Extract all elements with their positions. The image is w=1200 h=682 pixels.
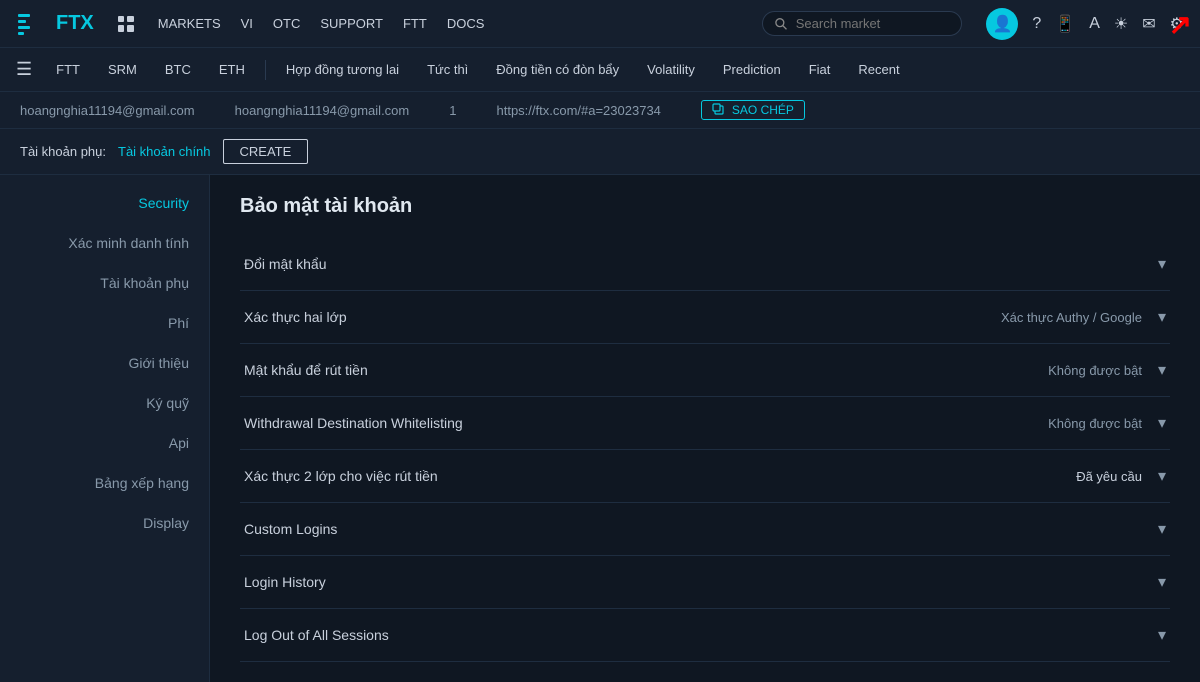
accordion-right-change-password: ▾ (1158, 254, 1166, 274)
accordion-logout-all[interactable]: Log Out of All Sessions ▾ (240, 609, 1170, 662)
sidebar-item-leaderboard[interactable]: Bảng xếp hạng (0, 463, 209, 503)
chevron-icon-2: ▾ (1158, 360, 1166, 380)
logo[interactable]: FTX (16, 8, 94, 40)
accordion-custom-logins[interactable]: Custom Logins ▾ (240, 503, 1170, 556)
search-input[interactable] (796, 16, 950, 31)
mobile-icon[interactable]: 📱 (1055, 14, 1075, 34)
search-icon (775, 17, 787, 31)
chevron-icon-1: ▾ (1158, 307, 1166, 327)
user-avatar[interactable]: 👤 (986, 8, 1018, 40)
sidebar-item-api[interactable]: Api (0, 423, 209, 463)
mail-icon[interactable]: ✉ (1142, 14, 1155, 34)
accordion-right-whitelisting: Không được bật ▾ (1048, 413, 1166, 433)
chevron-icon-7: ▾ (1158, 625, 1166, 645)
sec-nav-eth[interactable]: ETH (207, 58, 257, 81)
search-bar[interactable] (762, 11, 962, 36)
accordion-whitelisting[interactable]: Withdrawal Destination Whitelisting Khôn… (240, 397, 1170, 450)
accordion-right-2fa-withdrawal: Đã yêu cầu ▾ (1076, 466, 1166, 486)
accordion-label-whitelisting: Withdrawal Destination Whitelisting (244, 415, 463, 431)
chevron-icon-6: ▾ (1158, 572, 1166, 592)
grid-icon[interactable] (118, 16, 134, 32)
accordion-label-2fa-withdrawal: Xác thực 2 lớp cho việc rút tiền (244, 468, 438, 484)
chevron-icon-0: ▾ (1158, 254, 1166, 274)
sidebar-item-display[interactable]: Display (0, 503, 209, 543)
secondary-nav: ☰ FTT SRM BTC ETH Hợp đồng tương lai Tức… (0, 48, 1200, 92)
nav-divider (265, 60, 266, 80)
accordion-label-change-password: Đổi mật khẩu (244, 256, 326, 272)
nav-markets[interactable]: MARKETS (158, 16, 221, 31)
sec-nav-srm[interactable]: SRM (96, 58, 149, 81)
sub-account-bar: Tài khoản phụ: Tài khoản chính CREATE (0, 129, 1200, 175)
sec-nav-leveraged[interactable]: Đồng tiền có đòn bẩy (484, 58, 631, 81)
accordion-login-history[interactable]: Login History ▾ (240, 556, 1170, 609)
sec-nav-futures[interactable]: Hợp đồng tương lai (274, 58, 411, 81)
chevron-icon-4: ▾ (1158, 466, 1166, 486)
nav-support[interactable]: SUPPORT (320, 16, 383, 31)
accordion-two-factor[interactable]: Xác thực hai lớp Xác thực Authy / Google… (240, 291, 1170, 344)
section-title: Bảo mật tài khoản (240, 195, 1170, 218)
accordion-label-two-factor: Xác thực hai lớp (244, 309, 347, 325)
translate-icon[interactable]: A (1089, 15, 1100, 33)
accordion-withdrawal-password[interactable]: Mật khẩu để rút tiền Không được bật ▾ (240, 344, 1170, 397)
sidebar-item-margin[interactable]: Ký quỹ (0, 383, 209, 423)
main-content: Security Xác minh danh tính Tài khoản ph… (0, 175, 1200, 682)
user-email-2: hoangnghia11194@gmail.com (235, 103, 410, 118)
accordion-value-withdrawal-password: Không được bật (1048, 363, 1142, 378)
accordion-label-custom-logins: Custom Logins (244, 521, 337, 537)
accordion-label-logout-all: Log Out of All Sessions (244, 627, 389, 643)
user-info-bar: hoangnghia11194@gmail.com hoangnghia1119… (0, 92, 1200, 129)
sidebar-item-referral[interactable]: Giới thiệu (0, 343, 209, 383)
accordion-right-custom-logins: ▾ (1158, 519, 1166, 539)
referral-url: https://ftx.com/#a=23023734 (496, 103, 660, 118)
nav-vi[interactable]: VI (241, 16, 253, 31)
accordion-right-withdrawal-password: Không được bật ▾ (1048, 360, 1166, 380)
logo-text: FTX (56, 12, 94, 35)
copy-icon (712, 103, 726, 117)
user-number: 1 (449, 103, 456, 118)
sub-account-label: Tài khoản phụ: (20, 144, 106, 159)
accordion-value-two-factor: Xác thực Authy / Google (1001, 310, 1142, 325)
sidebar-item-fees[interactable]: Phí (0, 303, 209, 343)
chevron-icon-3: ▾ (1158, 413, 1166, 433)
sidebar-item-subaccount[interactable]: Tài khoản phụ (0, 263, 209, 303)
accordion-label-withdrawal-password: Mật khẩu để rút tiền (244, 362, 368, 378)
sec-nav-ftt[interactable]: FTT (44, 58, 92, 81)
nav-otc[interactable]: OTC (273, 16, 300, 31)
sec-nav-recent[interactable]: Recent (846, 58, 911, 81)
nav-ftt[interactable]: FTT (403, 16, 427, 31)
copy-button[interactable]: SAO CHÉP (701, 100, 805, 120)
create-button[interactable]: CREATE (223, 139, 309, 164)
sec-nav-prediction[interactable]: Prediction (711, 58, 793, 81)
hamburger-icon[interactable]: ☰ (16, 59, 32, 80)
sec-nav-fiat[interactable]: Fiat (797, 58, 843, 81)
main-account-link[interactable]: Tài khoản chính (118, 144, 211, 159)
help-icon[interactable]: ? (1032, 15, 1041, 33)
copy-label: SAO CHÉP (732, 103, 794, 117)
nav-links: MARKETS VI OTC SUPPORT FTT DOCS (158, 16, 485, 31)
accordion-value-2fa-withdrawal: Đã yêu cầu (1076, 469, 1142, 484)
nav-icons: 👤 ? 📱 A ☀ ✉ ⚙ (986, 8, 1184, 40)
accordion-change-password[interactable]: Đổi mật khẩu ▾ (240, 238, 1170, 291)
sidebar-item-verify[interactable]: Xác minh danh tính (0, 223, 209, 263)
sec-nav-instant[interactable]: Tức thì (415, 58, 480, 81)
accordion-right-logout-all: ▾ (1158, 625, 1166, 645)
theme-icon[interactable]: ☀ (1114, 14, 1128, 34)
sidebar: Security Xác minh danh tính Tài khoản ph… (0, 175, 210, 682)
content-area: Bảo mật tài khoản Đổi mật khẩu ▾ Xác thự… (210, 175, 1200, 682)
settings-icon[interactable]: ⚙ (1170, 14, 1184, 34)
chevron-icon-5: ▾ (1158, 519, 1166, 539)
sec-nav-btc[interactable]: BTC (153, 58, 203, 81)
user-email-1: hoangnghia11194@gmail.com (20, 103, 195, 118)
accordion-value-whitelisting: Không được bật (1048, 416, 1142, 431)
accordion-right-two-factor: Xác thực Authy / Google ▾ (1001, 307, 1166, 327)
top-nav: FTX MARKETS VI OTC SUPPORT FTT DOCS 👤 ? … (0, 0, 1200, 48)
accordion-2fa-withdrawal[interactable]: Xác thực 2 lớp cho việc rút tiền Đã yêu … (240, 450, 1170, 503)
sidebar-item-security[interactable]: Security (0, 183, 209, 223)
accordion-right-login-history: ▾ (1158, 572, 1166, 592)
nav-docs[interactable]: DOCS (447, 16, 485, 31)
sec-nav-volatility[interactable]: Volatility (635, 58, 707, 81)
